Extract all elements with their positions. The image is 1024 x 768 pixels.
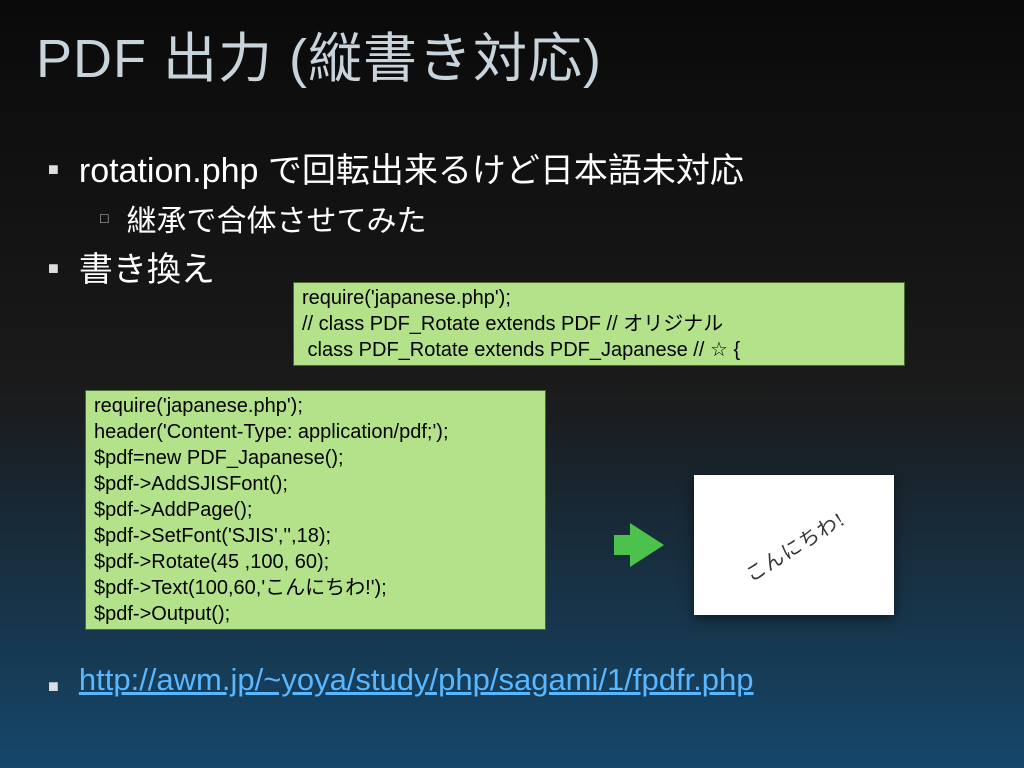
code-snippet-usage: require('japanese.php'); header('Content… <box>85 390 546 630</box>
arrow-right-icon <box>630 523 664 567</box>
reference-link[interactable]: http://awm.jp/~yoya/study/php/sagami/1/f… <box>79 662 754 698</box>
bullet-icon: ■ <box>48 258 59 279</box>
bullet-subitem: □ 継承で合体させてみた <box>100 196 976 240</box>
bullet-item: ■ 書き換え <box>48 242 215 291</box>
code-snippet-class: require('japanese.php'); // class PDF_Ro… <box>293 282 905 366</box>
output-area: こんにちわ! <box>630 475 894 615</box>
bullet-text: 継承で合体させてみた <box>126 196 426 240</box>
slide-title: PDF 出力 (縦書き対応) <box>0 0 1024 103</box>
rotated-sample-text: こんにちわ! <box>739 503 850 587</box>
bullet-icon: ■ <box>48 676 59 697</box>
pdf-output-preview: こんにちわ! <box>694 475 894 615</box>
bullet-icon: ■ <box>48 159 59 180</box>
bullet-text: 書き換え <box>79 242 215 291</box>
bullet-item: ■ rotation.php で回転出来るけど日本語未対応 <box>48 143 976 192</box>
bullet-item-link: ■ http://awm.jp/~yoya/study/php/sagami/1… <box>48 662 754 698</box>
bullet-icon: □ <box>100 210 108 226</box>
slide-body: ■ rotation.php で回転出来るけど日本語未対応 □ 継承で合体させて… <box>0 103 1024 295</box>
bullet-text: rotation.php で回転出来るけど日本語未対応 <box>79 143 744 192</box>
